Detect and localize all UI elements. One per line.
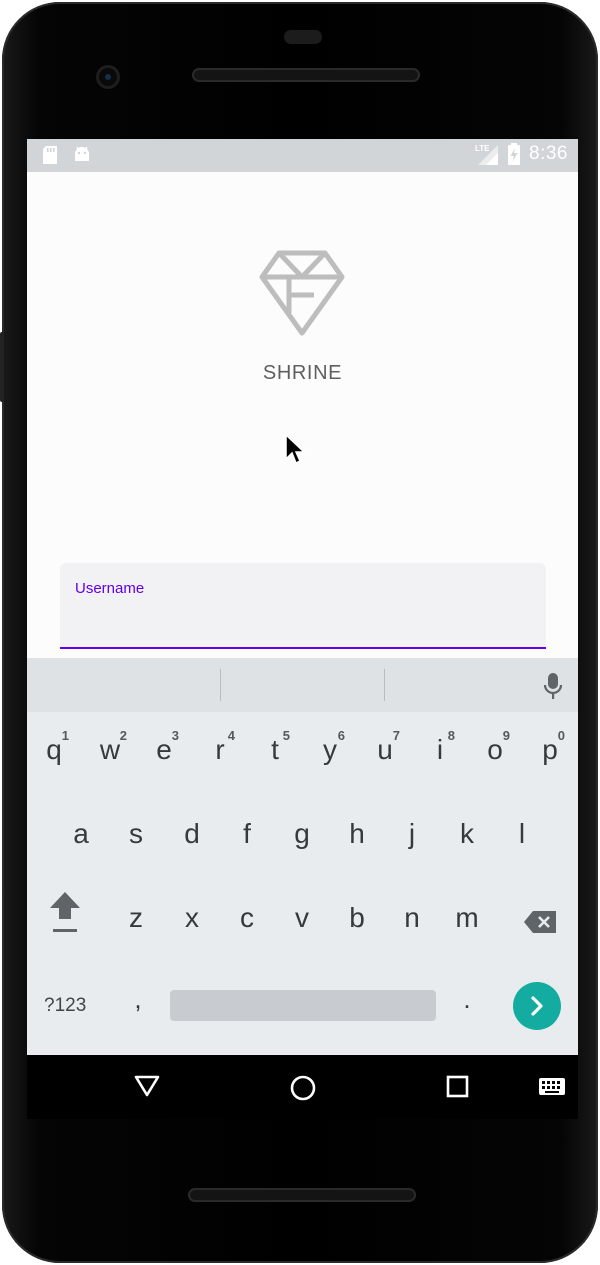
- signal-icon: LTE: [475, 144, 499, 165]
- key-e[interactable]: e3: [153, 728, 179, 766]
- key-label: r: [215, 734, 225, 765]
- key-i[interactable]: i8: [429, 728, 455, 766]
- key-label: t: [271, 734, 279, 765]
- network-type-label: LTE: [475, 144, 490, 153]
- key-hint: 7: [392, 728, 400, 743]
- key-label: p: [542, 734, 558, 765]
- volume-button: [0, 332, 4, 402]
- key-f[interactable]: f: [236, 818, 258, 850]
- status-bar: LTE 8:36: [27, 139, 578, 172]
- battery-charging-icon: [508, 143, 521, 165]
- key-q[interactable]: q1: [43, 728, 69, 766]
- username-input[interactable]: [75, 605, 530, 631]
- key-hint: 6: [337, 728, 345, 743]
- sd-card-icon: [43, 146, 57, 164]
- back-triangle-icon[interactable]: [134, 1074, 160, 1098]
- key-label: y: [323, 734, 337, 765]
- key-w[interactable]: w2: [97, 728, 127, 766]
- key-hint: 2: [119, 728, 127, 743]
- key-hint: 5: [282, 728, 290, 743]
- mic-icon[interactable]: [543, 672, 563, 700]
- front-camera: [96, 65, 120, 89]
- key-y[interactable]: y6: [319, 728, 345, 766]
- username-field[interactable]: Username: [60, 563, 546, 649]
- key-h[interactable]: h: [346, 818, 368, 850]
- key-b[interactable]: b: [346, 902, 368, 934]
- key-v[interactable]: v: [291, 902, 313, 934]
- key-g[interactable]: g: [291, 818, 313, 850]
- navigation-bar: [27, 1055, 578, 1119]
- soft-keyboard: q1 w2 e3 r4 t5 y6 u7 i8 o9 p0 a s d f g …: [27, 658, 578, 1055]
- enter-button[interactable]: [513, 982, 561, 1030]
- backspace-icon[interactable]: [523, 910, 557, 934]
- recents-square-icon[interactable]: [446, 1075, 470, 1099]
- suggestion-divider: [384, 669, 385, 701]
- home-circle-icon[interactable]: [289, 1074, 317, 1102]
- key-s[interactable]: s: [125, 818, 147, 850]
- earpiece-speaker: [192, 68, 420, 82]
- key-label: i: [436, 734, 444, 765]
- key-label: w: [99, 734, 121, 765]
- key-label: e: [156, 734, 172, 765]
- comma-key[interactable]: ,: [128, 984, 148, 1015]
- key-r[interactable]: r4: [209, 728, 235, 766]
- period-key[interactable]: .: [457, 984, 477, 1015]
- spacebar[interactable]: [170, 990, 436, 1021]
- key-hint: 3: [171, 728, 179, 743]
- key-hint: 1: [61, 728, 69, 743]
- key-label: o: [487, 734, 503, 765]
- key-k[interactable]: k: [456, 818, 478, 850]
- suggestion-divider: [220, 669, 221, 701]
- key-label: q: [46, 734, 62, 765]
- keyboard-switch-icon[interactable]: [538, 1077, 566, 1097]
- username-label: Username: [75, 580, 145, 597]
- key-a[interactable]: a: [70, 818, 92, 850]
- key-j[interactable]: j: [401, 818, 423, 850]
- key-m[interactable]: m: [452, 902, 482, 934]
- android-icon: [75, 146, 89, 161]
- key-p[interactable]: p0: [539, 728, 565, 766]
- enter-arrow-icon: [531, 996, 543, 1016]
- key-x[interactable]: x: [181, 902, 203, 934]
- key-hint: 0: [557, 728, 565, 743]
- key-hint: 8: [447, 728, 455, 743]
- app-title: SHRINE: [262, 362, 343, 384]
- symbols-key[interactable]: ?123: [44, 995, 86, 1017]
- device-screen: LTE 8:36 SHRINE Username q 1 w 2 e 3 r 4…: [27, 139, 578, 1119]
- key-t[interactable]: t5: [264, 728, 290, 766]
- key-z[interactable]: z: [125, 902, 147, 934]
- key-hint: 9: [502, 728, 510, 743]
- shift-icon[interactable]: [48, 889, 82, 933]
- key-d[interactable]: d: [181, 818, 203, 850]
- key-c[interactable]: c: [236, 902, 258, 934]
- key-label: u: [377, 734, 393, 765]
- login-page: SHRINE Username: [27, 172, 578, 658]
- clock: 8:36: [529, 143, 568, 164]
- key-l[interactable]: l: [511, 818, 533, 850]
- key-n[interactable]: n: [401, 902, 423, 934]
- bottom-speaker: [188, 1188, 416, 1202]
- key-o[interactable]: o9: [484, 728, 510, 766]
- diamond-icon: [259, 250, 345, 336]
- suggestion-strip: [27, 658, 578, 712]
- mouse-pointer-icon: [285, 433, 306, 465]
- key-u[interactable]: u7: [374, 728, 400, 766]
- top-sensor: [284, 30, 322, 44]
- key-hint: 4: [227, 728, 235, 743]
